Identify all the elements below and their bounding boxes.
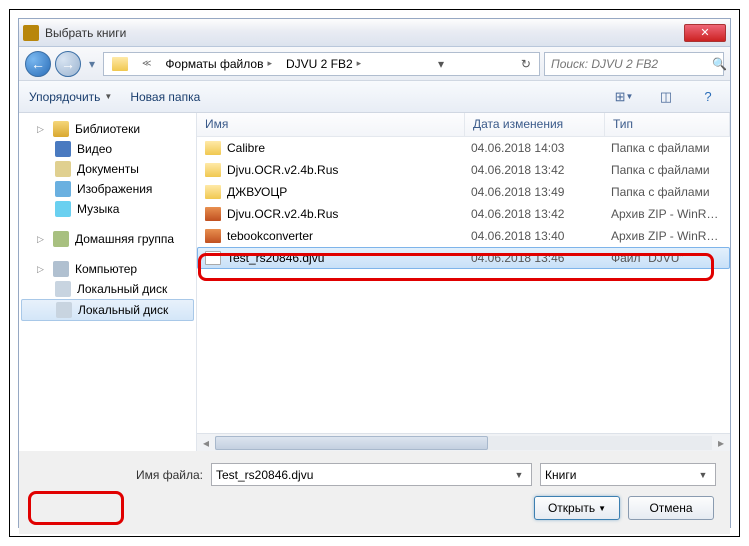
help-button[interactable]: ? <box>696 86 720 108</box>
sidebar: ▷Библиотеки Видео Документы Изображения … <box>19 113 197 451</box>
column-date[interactable]: Дата изменения <box>465 113 605 136</box>
file-list-pane: Имя Дата изменения Тип Calibre04.06.2018… <box>197 113 730 451</box>
open-button[interactable]: Открыть ▼ <box>534 496 620 520</box>
file-row[interactable]: Calibre04.06.2018 14:03Папка с файлами <box>197 137 730 159</box>
chevron-down-icon[interactable]: ▼ <box>695 470 711 480</box>
nav-history-dropdown[interactable]: ▾ <box>85 54 99 74</box>
cancel-button[interactable]: Отмена <box>628 496 714 520</box>
sidebar-item-computer[interactable]: ▷Компьютер <box>19 259 196 279</box>
filename-label: Имя файла: <box>33 468 203 482</box>
address-dropdown[interactable]: ▾ <box>432 55 450 73</box>
sidebar-item-video[interactable]: Видео <box>19 139 196 159</box>
app-icon <box>23 25 39 41</box>
titlebar: Выбрать книги ✕ <box>19 19 730 47</box>
folder-icon <box>205 141 221 155</box>
breadcrumb[interactable]: Форматы файлов▸ <box>159 55 278 73</box>
chevron-right-icon: ≪ <box>142 58 151 69</box>
organize-button[interactable]: Упорядочить▼ <box>29 90 112 104</box>
chevron-down-icon[interactable]: ▼ <box>511 470 527 480</box>
scroll-thumb[interactable] <box>215 436 488 450</box>
file-row[interactable]: ДЖВУОЦР04.06.2018 13:49Папка с файлами <box>197 181 730 203</box>
sidebar-item-documents[interactable]: Документы <box>19 159 196 179</box>
breadcrumb[interactable]: DJVU 2 FB2▸ <box>280 55 367 73</box>
preview-pane-button[interactable]: ◫ <box>654 86 678 108</box>
close-button[interactable]: ✕ <box>684 24 726 42</box>
sidebar-item-disk[interactable]: Локальный диск <box>21 299 194 321</box>
file-row[interactable]: Djvu.OCR.v2.4b.Rus04.06.2018 13:42Папка … <box>197 159 730 181</box>
navbar: ← → ▾ ≪ Форматы файлов▸ DJVU 2 FB2▸ ▾ ↻ … <box>19 47 730 81</box>
file-icon <box>205 251 221 265</box>
filetype-filter[interactable]: Книги ▼ <box>540 463 716 486</box>
column-type[interactable]: Тип <box>605 113 730 136</box>
sidebar-item-music[interactable]: Музыка <box>19 199 196 219</box>
search-box[interactable]: 🔍 <box>544 52 724 76</box>
folder-icon <box>112 57 128 71</box>
refresh-button[interactable]: ↻ <box>515 55 537 73</box>
toolbar: Упорядочить▼ Новая папка ⊞ ▼ ◫ ? <box>19 81 730 113</box>
column-headers: Имя Дата изменения Тип <box>197 113 730 137</box>
sidebar-item-images[interactable]: Изображения <box>19 179 196 199</box>
file-row[interactable]: Djvu.OCR.v2.4b.Rus04.06.2018 13:42Архив … <box>197 203 730 225</box>
scroll-right-icon[interactable]: ▸ <box>712 436 730 450</box>
folder-icon <box>205 163 221 177</box>
search-input[interactable] <box>551 57 708 71</box>
view-options-button[interactable]: ⊞ ▼ <box>612 86 636 108</box>
scroll-left-icon[interactable]: ◂ <box>197 436 215 450</box>
dialog-footer: Имя файла: Test_rs20846.djvu ▼ Книги ▼ О… <box>19 451 730 534</box>
file-row[interactable]: tebookconverter04.06.2018 13:40Архив ZIP… <box>197 225 730 247</box>
file-open-dialog: Выбрать книги ✕ ← → ▾ ≪ Форматы файлов▸ … <box>18 18 731 528</box>
window-title: Выбрать книги <box>45 26 684 40</box>
sidebar-item-homegroup[interactable]: ▷Домашняя группа <box>19 229 196 249</box>
address-bar[interactable]: ≪ Форматы файлов▸ DJVU 2 FB2▸ ▾ ↻ <box>103 52 540 76</box>
sidebar-item-libraries[interactable]: ▷Библиотеки <box>19 119 196 139</box>
filename-input[interactable]: Test_rs20846.djvu ▼ <box>211 463 532 486</box>
search-icon: 🔍 <box>712 57 727 71</box>
new-folder-button[interactable]: Новая папка <box>130 90 200 104</box>
file-row-selected[interactable]: Test_rs20846.djvu04.06.2018 13:46Файл "D… <box>197 247 730 269</box>
folder-icon <box>205 185 221 199</box>
file-rows: Calibre04.06.2018 14:03Папка с файлами D… <box>197 137 730 433</box>
horizontal-scrollbar[interactable]: ◂ ▸ <box>197 433 730 451</box>
column-name[interactable]: Имя <box>197 113 465 136</box>
archive-icon <box>205 229 221 243</box>
nav-forward-button[interactable]: → <box>55 51 81 77</box>
nav-back-button[interactable]: ← <box>25 51 51 77</box>
annotation-highlight <box>28 491 124 525</box>
archive-icon <box>205 207 221 221</box>
sidebar-item-disk[interactable]: Локальный диск <box>19 279 196 299</box>
